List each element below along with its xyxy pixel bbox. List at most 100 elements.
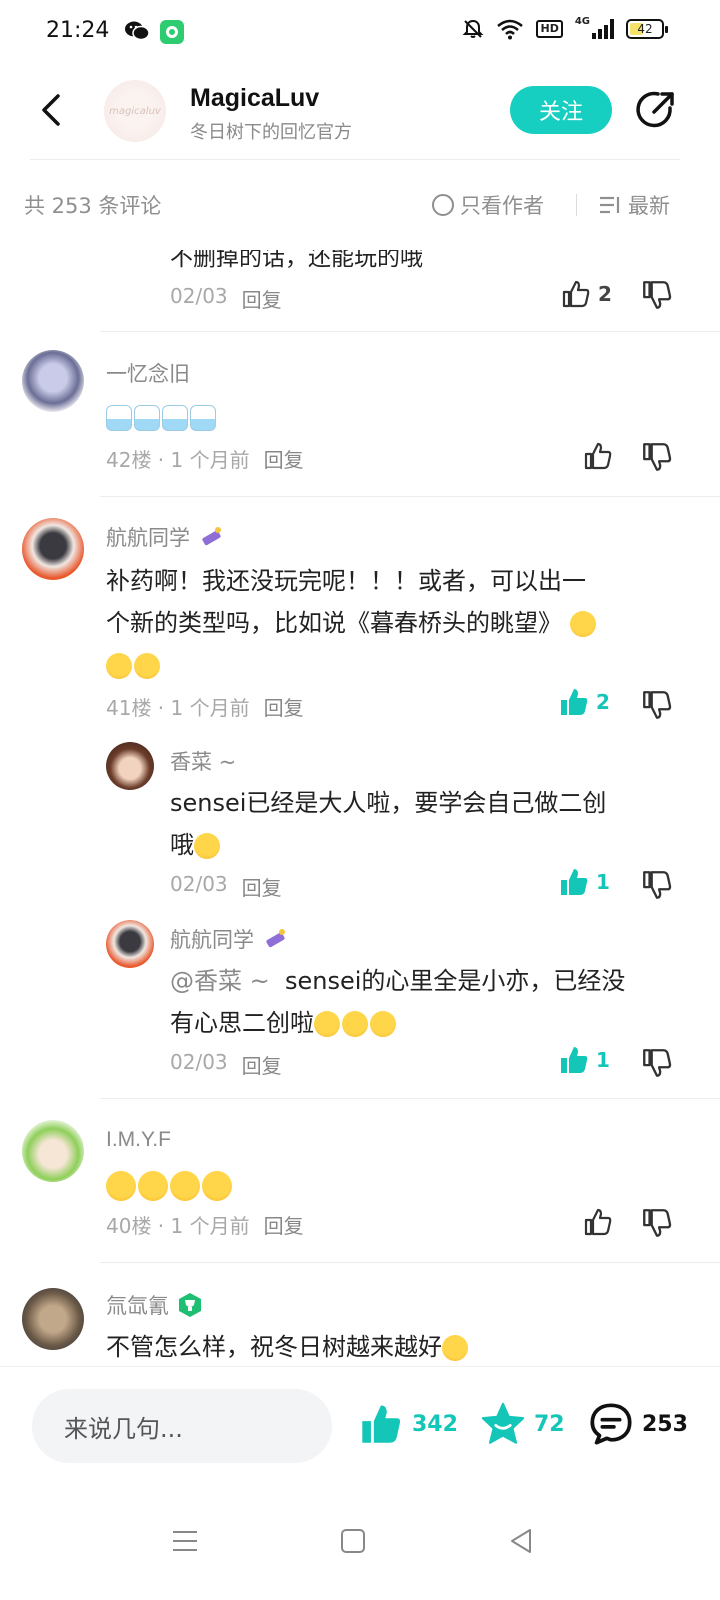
reply-link[interactable]: 回复 [242, 1050, 282, 1079]
thumbs-up-icon[interactable] [582, 440, 614, 472]
thumbs-down-icon[interactable] [640, 1046, 674, 1080]
thumbs-down-icon[interactable] [640, 440, 674, 474]
status-time: 21:24 [46, 18, 110, 43]
reply-text: @香菜 ~ sensei的心里全是小亦，已经没 有心思二创啦 [170, 960, 690, 1044]
star-icon [481, 1402, 525, 1444]
back-arrow-icon[interactable] [34, 90, 74, 130]
comment-text: 不管怎么样，祝冬日树越来越好 [106, 1326, 470, 1366]
author-avatar[interactable]: magicaluv [104, 80, 166, 142]
reply-link[interactable]: 回复 [242, 284, 282, 313]
hd-indicator: HD [536, 20, 563, 38]
reply-link[interactable]: 回复 [264, 444, 304, 473]
comment-list[interactable]: 不删掉的话，还能玩的哦 02/03 回复 2 一忆念旧 42楼 · 1 个月前 … [0, 232, 720, 1366]
sort-newest-button[interactable]: 最新 [598, 190, 670, 220]
reply-date: 02/03 [170, 284, 228, 308]
like-button[interactable]: 2 [560, 278, 612, 310]
comment-floor-time: 40楼 · 1 个月前 [106, 1214, 250, 1238]
comments-button[interactable]: 253 [588, 1401, 688, 1447]
menu-icon[interactable] [170, 1526, 200, 1556]
comment-text-segment: 不管怎么样，祝冬日树越来越好 [106, 1333, 442, 1361]
comment-input[interactable]: 来说几句... [32, 1389, 332, 1463]
reply-text-segment: sensei的心里全是小亦，已经没 [285, 967, 626, 995]
back-triangle-icon[interactable] [506, 1526, 536, 1556]
thumbs-down-icon[interactable] [640, 278, 674, 312]
thumbs-down-icon[interactable] [640, 688, 674, 722]
reply-link[interactable]: 回复 [264, 692, 304, 721]
reply-username[interactable]: 香菜 ~ [170, 746, 236, 776]
thumbs-up-filled-icon [561, 869, 588, 895]
brush-badge-icon [202, 527, 221, 546]
like-button[interactable]: 1 [558, 1044, 610, 1076]
signal-icon [592, 19, 614, 39]
crying-sticker-emoji [190, 405, 216, 431]
reply-avatar[interactable] [106, 742, 154, 790]
comment-text [106, 1164, 234, 1206]
like-count: 1 [596, 870, 610, 894]
crying-sticker-emoji [106, 405, 132, 431]
comment-username[interactable]: 航航同学 [106, 522, 190, 552]
network-type: 4G [574, 15, 590, 27]
user-avatar[interactable] [22, 350, 84, 412]
comment-meta: 40楼 · 1 个月前 回复 [106, 1210, 304, 1239]
crying-sticker-emoji [162, 405, 188, 431]
sort-list-icon [600, 196, 620, 214]
share-icon[interactable] [634, 88, 678, 132]
thumbs-up-icon [562, 280, 590, 308]
reply-text-partial: 不删掉的话，还能玩的哦 [170, 245, 423, 271]
reply-link[interactable]: 回复 [264, 1210, 304, 1239]
comment-username[interactable]: 一忆念旧 [106, 358, 190, 388]
reply-text-line: @香菜 ~ sensei的心里全是小亦，已经没 [170, 960, 690, 1002]
thumbs-up-filled-icon [362, 1405, 401, 1443]
comment-username[interactable]: 氚氙氰 [106, 1290, 169, 1320]
app-notification-icon [160, 20, 184, 44]
smile-emoji [342, 1011, 368, 1037]
page-header: magicaluv MagicaLuv 冬日树下的回忆官方 关注 [0, 64, 720, 160]
like-button[interactable]: 1 [558, 866, 610, 898]
thumbs-up-filled-icon [561, 689, 588, 715]
thumbs-down-icon[interactable] [640, 868, 674, 902]
sort-label: 最新 [628, 194, 670, 218]
smile-emoji [370, 1011, 396, 1037]
favorite-button[interactable]: 72 [480, 1401, 565, 1447]
crying-emoji [106, 1171, 136, 1201]
thumbs-down-icon[interactable] [640, 1206, 674, 1240]
reply-link[interactable]: 回复 [242, 872, 282, 901]
like-count: 2 [598, 282, 612, 306]
user-avatar[interactable] [22, 1288, 84, 1350]
comment-divider [100, 1098, 720, 1099]
user-avatar[interactable] [22, 518, 84, 580]
post-like-button[interactable]: 342 [358, 1401, 458, 1447]
comment-text-line: 补药啊！我还没玩完呢！！！或者，可以出一 [106, 567, 586, 595]
mention-link[interactable]: @香菜 ~ [170, 967, 270, 995]
reply-date: 02/03 [170, 872, 228, 896]
reply-username[interactable]: 航航同学 [170, 924, 254, 954]
reply-text-segment: 有心思二创啦 [170, 1009, 314, 1037]
comment-bubble-icon [590, 1403, 632, 1445]
comment-count: 共 253 条评论 [24, 194, 162, 218]
author-subtitle: 冬日树下的回忆官方 [190, 122, 352, 143]
comment-meta: 42楼 · 1 个月前 回复 [106, 444, 304, 473]
home-square-icon[interactable] [338, 1526, 368, 1556]
follow-button[interactable]: 关注 [510, 86, 612, 134]
only-author-toggle[interactable]: 只看作者 [432, 190, 544, 220]
reply-text: sensei已经是大人啦，要学会自己做二创 哦 [170, 782, 680, 866]
comment-text: 补药啊！我还没玩完呢！！！或者，可以出一 个新的类型吗，比如说《暮春桥头的眺望》 [106, 560, 676, 686]
bottom-action-bar: 来说几句... 342 72 253 [0, 1366, 720, 1486]
thumbs-up-icon[interactable] [582, 1206, 614, 1238]
like-button[interactable]: 2 [558, 686, 610, 718]
filter-divider [576, 194, 577, 216]
comment-username[interactable]: I.M.Y.F [106, 1128, 171, 1152]
smile-emoji [314, 1011, 340, 1037]
reply-avatar[interactable] [106, 920, 154, 968]
author-logo-text: magicaluv [109, 105, 161, 117]
reply-text-line-2: 哦 [170, 824, 680, 866]
comment-total: 253 [642, 1411, 688, 1437]
comment-username-row: 航航同学 [106, 522, 224, 552]
reply-meta: 02/03 回复 [170, 872, 282, 901]
wechat-icon [125, 21, 150, 41]
like-count: 1 [596, 1048, 610, 1072]
smile-emoji [194, 833, 220, 859]
crying-sticker-emoji [134, 405, 160, 431]
author-name[interactable]: MagicaLuv [190, 84, 319, 113]
user-avatar[interactable] [22, 1120, 84, 1182]
